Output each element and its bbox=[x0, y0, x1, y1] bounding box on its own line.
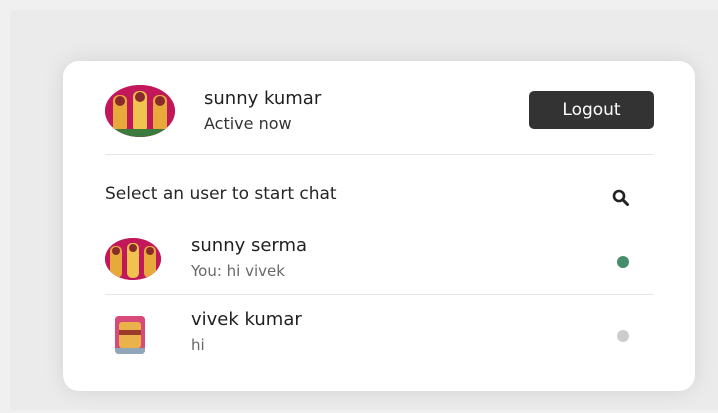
last-message: hi bbox=[191, 336, 205, 354]
current-user-status: Active now bbox=[204, 114, 292, 133]
user-list-item[interactable]: vivek kumar hi bbox=[105, 298, 653, 368]
search-button[interactable] bbox=[604, 181, 636, 213]
current-user-avatar bbox=[105, 85, 175, 137]
user-avatar bbox=[115, 316, 145, 354]
profile-header: sunny kumar Active now Logout bbox=[63, 61, 695, 155]
header-divider bbox=[105, 154, 653, 155]
user-name: sunny serma bbox=[191, 235, 308, 256]
user-name: vivek kumar bbox=[191, 309, 302, 330]
search-icon bbox=[612, 189, 629, 206]
offline-status-dot bbox=[617, 330, 629, 342]
online-status-dot bbox=[617, 256, 629, 268]
user-avatar bbox=[105, 238, 161, 280]
user-list-item[interactable]: sunny serma You: hi vivek bbox=[105, 224, 653, 294]
row-divider bbox=[105, 294, 653, 295]
current-user-name: sunny kumar bbox=[204, 88, 322, 109]
chat-users-panel: sunny kumar Active now Logout Select an … bbox=[63, 61, 695, 391]
logout-button[interactable]: Logout bbox=[529, 91, 654, 129]
last-message: You: hi vivek bbox=[191, 262, 285, 280]
search-prompt: Select an user to start chat bbox=[105, 184, 337, 204]
